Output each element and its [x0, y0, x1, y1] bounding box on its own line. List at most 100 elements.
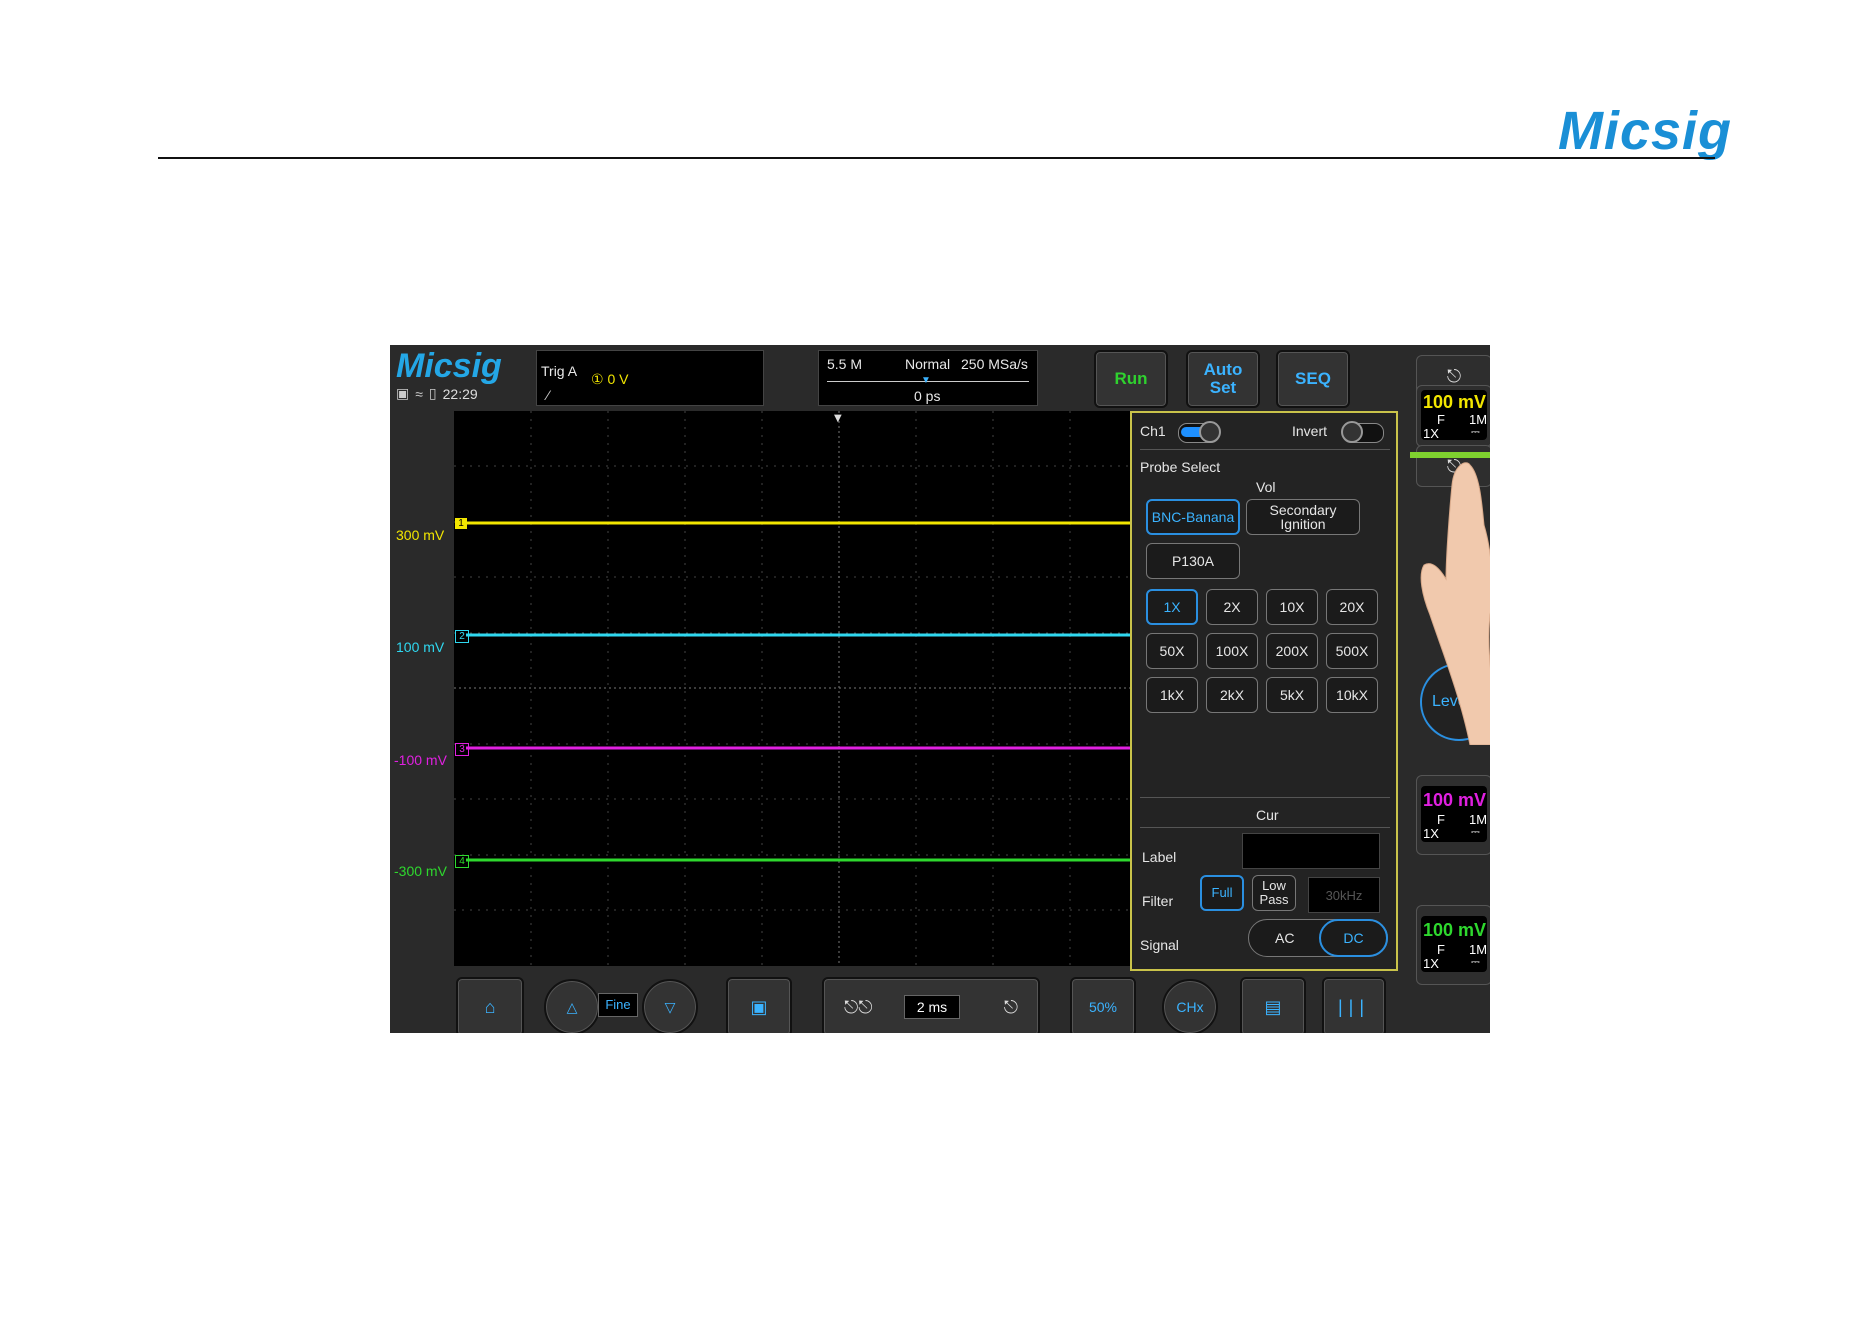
- grid-lines: ▼: [454, 411, 1222, 966]
- ch1-toggle-label: Ch1: [1140, 423, 1166, 439]
- ch4-probe: 1X: [1423, 956, 1439, 971]
- brand-logo: Micsig: [1557, 101, 1732, 161]
- ch1-coupling: F: [1437, 412, 1445, 427]
- dc-coupling-icon: ⎓: [1471, 956, 1480, 968]
- run-button[interactable]: Run: [1094, 350, 1168, 408]
- ch4-marker[interactable]: 4: [455, 855, 469, 868]
- atten-1kx-button[interactable]: 1kX: [1146, 677, 1198, 713]
- chx-button[interactable]: CHx: [1162, 979, 1218, 1033]
- atten-50x-button[interactable]: 50X: [1146, 633, 1198, 669]
- swipe-arrow-icon: [1410, 452, 1490, 458]
- clock: 22:29: [442, 385, 478, 402]
- dc-coupling-icon: ⎓: [1471, 826, 1480, 838]
- scope-logo: Micsig: [396, 347, 502, 385]
- ch1-scale-box[interactable]: 100 mV F 1M 1X ⎓: [1416, 385, 1490, 447]
- ch4-scale-box[interactable]: 100 mV F 1M 1X ⎓: [1416, 905, 1490, 985]
- scale-down-button[interactable]: ▽: [642, 979, 698, 1033]
- ch3-volts: 100 mV: [1423, 790, 1487, 810]
- swipe-hand-illustration: [1410, 452, 1490, 745]
- signal-ac-button[interactable]: AC: [1275, 930, 1294, 946]
- header-rule: [158, 157, 1715, 159]
- save-icon: ▣: [750, 996, 768, 1017]
- monitor-icon: ▣: [396, 385, 410, 401]
- timebase-control[interactable]: ⎋⎋ 2 ms ⎋: [822, 977, 1040, 1033]
- atten-200x-button[interactable]: 200X: [1266, 633, 1318, 669]
- divider: [1140, 827, 1390, 828]
- ch4-offset-label: -300 mV: [394, 863, 447, 879]
- oscilloscope-screen: Micsig ▣ ≈ ▯ 22:29 Trig A ① 0 V ⁄ 5.5 M …: [390, 345, 1490, 1033]
- waveform-grid[interactable]: ▼ 1 2 3 4: [454, 411, 1222, 966]
- status-bar: ▣ ≈ ▯ 22:29: [396, 385, 478, 402]
- trigger-info[interactable]: Trig A ① 0 V ⁄: [536, 350, 764, 406]
- acq-mode: Normal: [905, 356, 951, 372]
- cursor-button[interactable]: |||: [1322, 977, 1386, 1033]
- ch3-offset-label: -100 mV: [394, 752, 447, 768]
- autoset-button[interactable]: Auto Set: [1186, 350, 1260, 408]
- home-button[interactable]: ⌂: [456, 977, 524, 1033]
- autoset-line1: Auto: [1203, 360, 1243, 379]
- divider: [1140, 449, 1390, 450]
- invert-label: Invert: [1292, 423, 1328, 439]
- atten-100x-button[interactable]: 100X: [1206, 633, 1258, 669]
- atten-2kx-button[interactable]: 2kX: [1206, 677, 1258, 713]
- filter-frequency-field[interactable]: 30kHz: [1308, 877, 1380, 913]
- position-marker-icon: ▼: [921, 375, 931, 386]
- pulse-icon: ⎋: [1446, 366, 1462, 386]
- filter-lowpass-button[interactable]: Low Pass: [1252, 875, 1296, 911]
- lowpass-line2: Pass: [1259, 892, 1289, 907]
- timebase-increase-icon[interactable]: ⎋: [1004, 997, 1018, 1018]
- ch1-volts: 100 mV: [1423, 392, 1487, 412]
- ch4-coupling: F: [1437, 942, 1445, 957]
- fifty-percent-button[interactable]: 50%: [1070, 977, 1136, 1033]
- home-icon: ⌂: [484, 996, 496, 1017]
- probe-secondary-ignition-button[interactable]: Secondary Ignition: [1246, 499, 1360, 535]
- atten-500x-button[interactable]: 500X: [1326, 633, 1378, 669]
- ch3-scale-box[interactable]: 100 mV F 1M 1X ⎓: [1416, 775, 1490, 855]
- invert-toggle[interactable]: [1341, 421, 1384, 443]
- wifi-icon: ≈: [415, 385, 423, 402]
- scale-up-button[interactable]: △: [544, 979, 600, 1033]
- car-icon: ▤: [1264, 996, 1282, 1017]
- car-mode-button[interactable]: ▤: [1240, 977, 1306, 1033]
- sample-rate: 250 MSa/s: [961, 356, 1028, 372]
- ch2-marker[interactable]: 2: [455, 630, 469, 643]
- atten-5kx-button[interactable]: 5kX: [1266, 677, 1318, 713]
- save-button[interactable]: ▣: [726, 977, 792, 1033]
- timebase-value: 2 ms: [904, 995, 960, 1019]
- ch3-coupling: F: [1437, 812, 1445, 827]
- triangle-up-icon: △: [566, 998, 578, 1015]
- ch2-offset-label: 100 mV: [396, 639, 445, 655]
- trigger-position-icon: ▼: [834, 413, 842, 424]
- label-field-label: Label: [1142, 849, 1177, 865]
- signal-label: Signal: [1140, 937, 1179, 953]
- acquisition-info[interactable]: 5.5 M Normal 250 MSa/s ▼ 0 ps: [818, 350, 1038, 406]
- divider: [1140, 797, 1390, 798]
- rising-edge-icon: ⁄: [547, 387, 550, 403]
- ch4-impedance: 1M: [1469, 942, 1488, 957]
- ch3-marker[interactable]: 3: [455, 743, 469, 756]
- autoset-line2: Set: [1209, 378, 1237, 397]
- probe-bnc-banana-button[interactable]: BNC-Banana: [1146, 499, 1240, 535]
- atten-2x-button[interactable]: 2X: [1206, 589, 1258, 625]
- ch1-offset-label: 300 mV: [396, 527, 445, 543]
- trigger-label: Trig A: [541, 363, 578, 379]
- label-input[interactable]: [1242, 833, 1380, 869]
- fine-toggle[interactable]: Fine: [598, 993, 638, 1017]
- probe-secondary-ignition-label: Secondary Ignition: [1269, 502, 1337, 532]
- ch1-marker[interactable]: 1: [455, 518, 467, 529]
- signal-coupling-switch[interactable]: AC DC: [1248, 919, 1388, 957]
- lowpass-line1: Low: [1262, 878, 1286, 893]
- ch3-impedance: 1M: [1469, 812, 1488, 827]
- atten-10x-button[interactable]: 10X: [1266, 589, 1318, 625]
- atten-20x-button[interactable]: 20X: [1326, 589, 1378, 625]
- probe-p130a-button[interactable]: P130A: [1146, 543, 1240, 579]
- atten-10kx-button[interactable]: 10kX: [1326, 677, 1378, 713]
- seq-button[interactable]: SEQ: [1276, 350, 1350, 408]
- ch3-probe: 1X: [1423, 826, 1439, 841]
- filter-full-button[interactable]: Full: [1200, 875, 1244, 911]
- signal-dc-button[interactable]: DC: [1319, 919, 1388, 957]
- timebase-decrease-icon[interactable]: ⎋⎋: [844, 997, 872, 1018]
- atten-1x-button[interactable]: 1X: [1146, 589, 1198, 625]
- ch1-toggle[interactable]: [1178, 421, 1221, 443]
- battery-icon: ▯: [428, 385, 437, 401]
